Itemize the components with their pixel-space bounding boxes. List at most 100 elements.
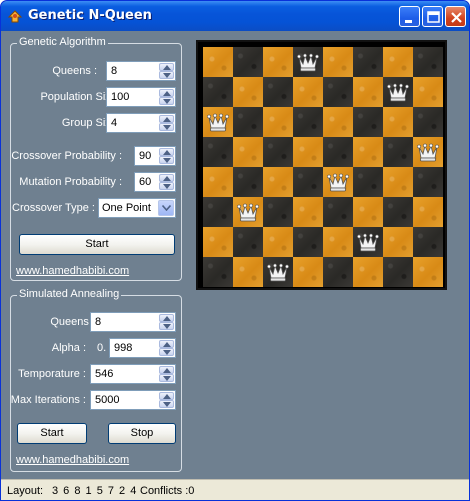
board-square [353,107,383,137]
board-square [263,227,293,257]
board-square [383,47,413,77]
ga-website-link[interactable]: www.hamedhabibi.com [16,265,129,277]
ga-queens-up-button[interactable] [159,63,174,71]
sa-temperature-stepper[interactable]: 546 [90,364,176,384]
board-square [233,77,263,107]
ga-mutation-prob-down-button[interactable] [159,182,174,190]
sa-max-iterations-value: 5000 [95,394,120,406]
chevron-down-icon [162,205,171,211]
ga-population-up-button[interactable] [159,89,174,97]
sa-website-link[interactable]: www.hamedhabibi.com [16,454,129,466]
ga-crossover-prob-up-button[interactable] [159,148,174,156]
board-square [353,137,383,167]
sa-max-iterations-up-button[interactable] [159,392,174,400]
sa-temperature-up-button[interactable] [159,366,174,374]
sa-queens-value: 8 [95,316,102,328]
board-square [383,197,413,227]
board-square [383,107,413,137]
sa-alpha-stepper[interactable]: 998 [109,338,176,358]
ga-crossover-type-select[interactable]: One Point [98,198,176,218]
board-square [383,227,413,257]
board-square [233,167,263,197]
layout-value: 3 6 8 1 5 7 2 4 [52,485,138,497]
arrow-down-icon [163,99,171,104]
board-square [353,257,383,287]
board-square [203,77,233,107]
simulated-annealing-group: Simulated Annealing Queens : 8 Alpha : 0… [10,288,182,472]
sa-temperature-value: 546 [95,368,114,380]
ga-queens-stepper[interactable]: 8 [106,61,176,81]
board-square [233,47,263,77]
board-square [323,137,353,167]
ga-crossover-type-label: Crossover Type : [12,202,95,214]
ga-mutation-prob-label: Mutation Probability : [19,176,122,188]
ga-queens-down-button[interactable] [159,71,174,79]
ga-mutation-prob-up-button[interactable] [159,174,174,182]
board-square [353,77,383,107]
conflicts-label: Conflicts :0 [140,485,195,497]
ga-crossover-prob-stepper[interactable]: 90 [134,146,176,166]
board-square [263,77,293,107]
window-title: Genetic N-Queen [28,8,152,23]
board-square [203,197,233,227]
queen-icon [207,113,229,132]
board-square [353,167,383,197]
ga-mutation-prob-stepper[interactable]: 60 [134,172,176,192]
sa-queens-stepper[interactable]: 8 [90,312,176,332]
arrow-up-icon [163,368,171,373]
ga-crossover-prob-label: Crossover Probability : [11,150,122,162]
sa-temperature-down-button[interactable] [159,374,174,382]
close-button[interactable] [445,6,466,27]
ga-population-value: 100 [111,91,130,103]
ga-group-size-up-button[interactable] [159,115,174,123]
board-square [323,227,353,257]
board-square [413,47,443,77]
arrow-down-icon [163,158,171,163]
queen-icon [297,53,319,72]
board-square [383,77,413,107]
sa-queens-label: Queens : [50,316,95,328]
board-square [413,167,443,197]
ga-population-stepper[interactable]: 100 [106,87,176,107]
title-bar[interactable]: Genetic N-Queen [1,1,469,31]
board-square [293,227,323,257]
maximize-icon [427,11,440,23]
status-bar: Layout: 3 6 8 1 5 7 2 4 Conflicts :0 [1,479,469,500]
ga-crossover-type-dropdown-button[interactable] [158,200,174,216]
sa-stop-button[interactable]: Stop [108,423,176,444]
arrow-up-icon [163,394,171,399]
close-icon [451,12,462,23]
ga-population-down-button[interactable] [159,97,174,105]
board-square [263,167,293,197]
board-square [413,137,443,167]
board-square [263,47,293,77]
sa-max-iterations-down-button[interactable] [159,400,174,408]
ga-start-button[interactable]: Start [19,234,175,255]
board-square [293,77,323,107]
sa-alpha-up-button[interactable] [159,340,174,348]
board-square [293,107,323,137]
ga-group-size-value: 4 [111,117,118,129]
sa-max-iterations-label: Max Iterations : [10,394,86,406]
ga-group-size-down-button[interactable] [159,123,174,131]
sa-max-iterations-stepper[interactable]: 5000 [90,390,176,410]
board-square [383,257,413,287]
maximize-button[interactable] [422,6,443,27]
genetic-group-title: Genetic Algorithm [17,36,108,48]
minimize-button[interactable] [399,6,420,27]
ga-crossover-type-value: One Point [102,202,151,214]
queen-icon [387,83,409,102]
sa-start-button[interactable]: Start [17,423,87,444]
sa-queens-up-button[interactable] [159,314,174,322]
board-square [263,257,293,287]
layout-label: Layout: [7,485,44,497]
genetic-algorithm-group: Genetic Algorithm Queens : 8 Population … [10,36,182,281]
ga-crossover-prob-down-button[interactable] [159,156,174,164]
arrow-up-icon [163,342,171,347]
board-square [413,77,443,107]
board-square [323,257,353,287]
sa-alpha-down-button[interactable] [159,348,174,356]
ga-group-size-stepper[interactable]: 4 [106,113,176,133]
minimize-icon [405,20,412,23]
sa-queens-down-button[interactable] [159,322,174,330]
